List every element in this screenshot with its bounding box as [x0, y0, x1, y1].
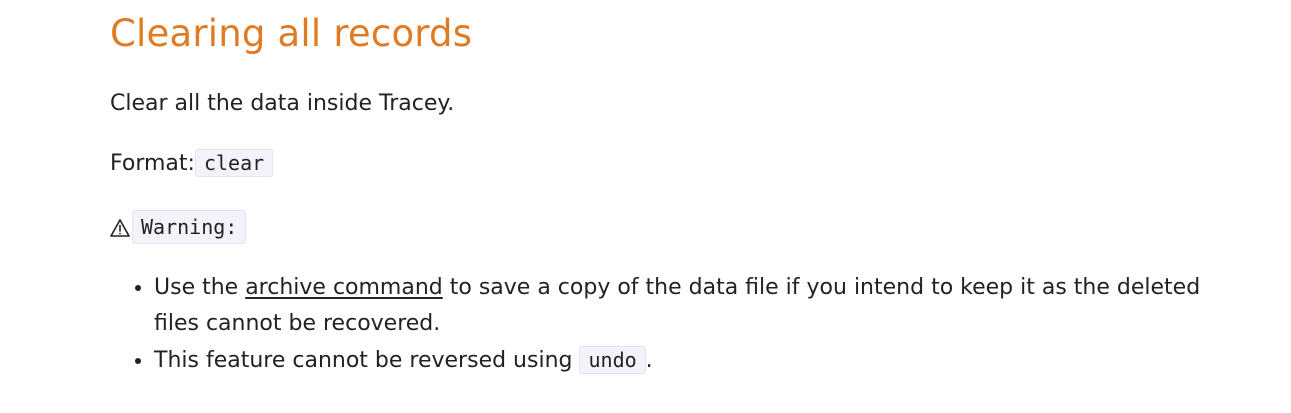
format-code: clear — [194, 149, 274, 177]
archive-command-link[interactable]: archive command — [245, 275, 443, 300]
undo-code: undo — [579, 346, 646, 374]
warning-line: Warning: — [110, 210, 1240, 244]
warning-notes-list: Use the archive command to save a copy o… — [110, 270, 1240, 379]
list-item: Use the archive command to save a copy o… — [154, 270, 1240, 342]
format-label: Format: — [110, 151, 195, 176]
warning-triangle-icon — [110, 217, 130, 237]
list-item: This feature cannot be reversed using un… — [154, 342, 1240, 379]
format-line: Format: clear — [110, 148, 1240, 179]
note-text-before: This feature cannot be reversed using — [154, 348, 580, 373]
section-title: Clearing all records — [110, 12, 473, 55]
note-text-before: Use the — [154, 275, 246, 300]
description-text: Clear all the data inside Tracey. — [110, 91, 455, 116]
warning-label: Warning: — [132, 210, 247, 244]
note-text-after: . — [645, 348, 653, 373]
content: Clearing all records Clear all the data … — [110, 0, 1240, 379]
